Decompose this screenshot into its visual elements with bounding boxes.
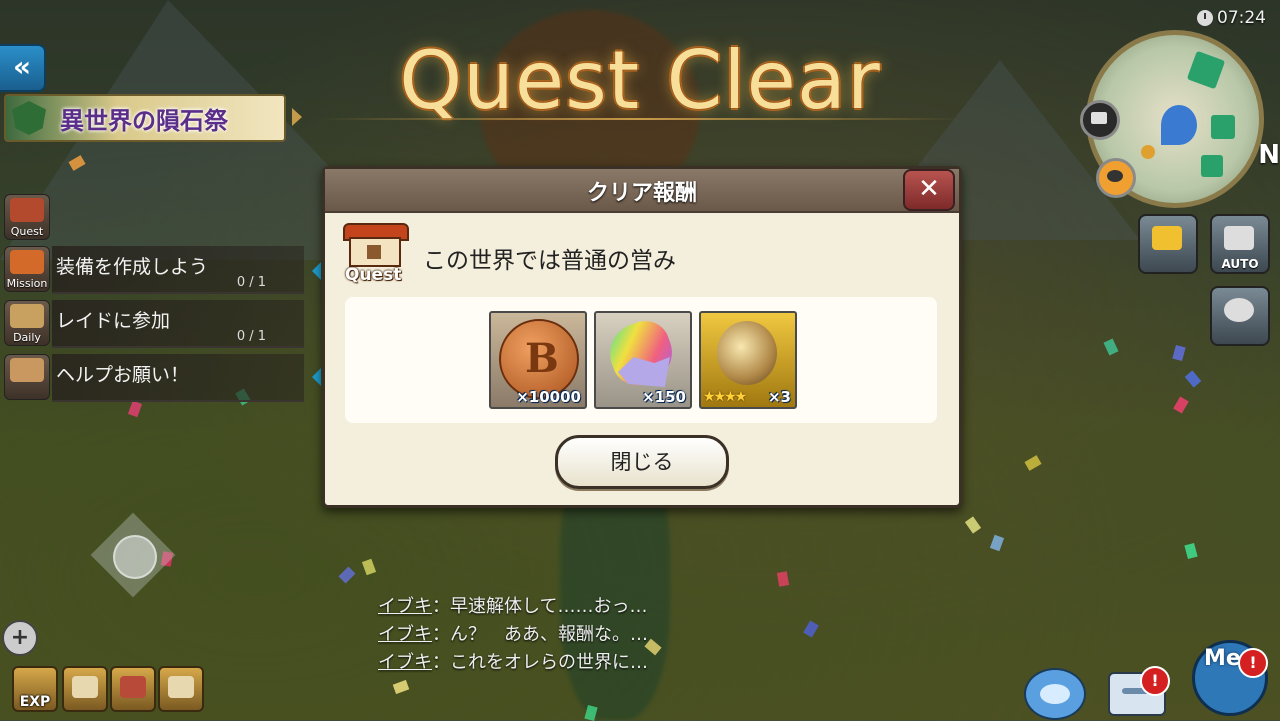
dialog-title: クリア報酬 xyxy=(586,181,697,206)
clock: 07:24 xyxy=(1197,8,1266,28)
auto-icon xyxy=(1224,226,1254,250)
compass-north: N xyxy=(1258,140,1280,170)
daily-row[interactable]: レイドに参加 0 / 1 xyxy=(52,300,304,348)
gauntlet-icon xyxy=(168,676,194,698)
reward-count: ×150 xyxy=(642,388,686,406)
smile-icon xyxy=(1040,684,1070,704)
title-divider xyxy=(320,118,960,120)
party-button[interactable] xyxy=(1210,286,1270,346)
daily-tab[interactable]: Daily xyxy=(4,300,50,346)
reward-count: ×3 xyxy=(767,388,791,406)
exp-boost-button[interactable]: EXP xyxy=(12,666,58,712)
chat-text: ：これをオレらの世界に… xyxy=(432,652,648,673)
help-tab[interactable] xyxy=(4,354,50,400)
daily-title: レイドに参加 xyxy=(56,310,171,332)
chat-text: ：早速解体して……おっ… xyxy=(432,596,648,617)
gauntlet-boost-button[interactable] xyxy=(158,666,204,712)
close-icon-button[interactable]: ✕ xyxy=(903,169,955,211)
mission-tab-label: Mission xyxy=(6,277,48,290)
close-button[interactable]: 閉じる xyxy=(555,435,729,489)
gold-material-icon xyxy=(717,321,777,385)
quest-icon: Quest xyxy=(343,223,409,287)
reward-list: B ×10000 ×150 ★★★★ ×3 xyxy=(345,297,937,423)
shield-icon xyxy=(72,676,98,698)
virtual-joystick[interactable] xyxy=(88,510,178,600)
reward-item-material[interactable]: ★★★★ ×3 xyxy=(699,311,797,409)
stamp-button[interactable] xyxy=(1024,668,1086,720)
handshake-icon xyxy=(10,358,44,382)
camera-button[interactable] xyxy=(1138,214,1198,274)
help-row[interactable]: ヘルプお願い！ xyxy=(52,354,304,402)
boots-boost-button[interactable] xyxy=(110,666,156,712)
me-label: Me xyxy=(1204,646,1241,671)
exp-label: EXP xyxy=(19,694,51,710)
mission-tab[interactable]: Mission xyxy=(4,246,50,292)
quest-tab[interactable]: Quest xyxy=(4,194,50,240)
quest-name: この世界では普通の営み xyxy=(423,248,676,274)
chat-speaker[interactable]: イブキ xyxy=(378,652,432,673)
character-button[interactable] xyxy=(1096,158,1136,198)
chat-line: イブキ：ん？ ああ、報酬な。… xyxy=(378,620,648,646)
chat-line: イブキ：これをオレらの世界に… xyxy=(378,648,648,674)
help-title: ヘルプお願い！ xyxy=(56,364,190,386)
dialog-header: クリア報酬 ✕ xyxy=(325,169,959,213)
mission-count: 0 / 1 xyxy=(236,275,266,290)
scroll-icon xyxy=(10,304,44,328)
quest-icon-label: Quest xyxy=(345,265,402,285)
chat-speaker[interactable]: イブキ xyxy=(378,596,432,617)
auto-label: AUTO xyxy=(1221,257,1259,271)
character-icon xyxy=(1107,170,1123,182)
reward-count: ×10000 xyxy=(516,388,581,406)
mission-row[interactable]: 装備を作成しよう 0 / 1 xyxy=(52,246,304,294)
hammer-icon xyxy=(10,250,44,274)
chevron-left-icon xyxy=(312,368,321,386)
auto-button[interactable]: AUTO xyxy=(1210,214,1270,274)
joystick-knob[interactable] xyxy=(113,535,157,579)
me-badge: ! xyxy=(1238,648,1268,678)
quest-tab-label: Quest xyxy=(10,225,44,238)
chevron-left-icon xyxy=(312,262,321,280)
chat-text: ：ん？ ああ、報酬な。… xyxy=(432,624,648,645)
camera-icon xyxy=(1152,226,1182,250)
clock-icon xyxy=(1197,10,1213,26)
mission-title: 装備を作成しよう xyxy=(56,256,209,278)
daily-tab-label: Daily xyxy=(13,331,41,344)
expand-button[interactable]: + xyxy=(2,620,38,656)
shop-icon xyxy=(10,198,44,222)
reward-item-crystal[interactable]: ×150 xyxy=(594,311,692,409)
clock-time: 07:24 xyxy=(1217,8,1266,28)
shield-boost-button[interactable] xyxy=(62,666,108,712)
me-button[interactable]: Me xyxy=(1176,634,1280,720)
chat-line: イブキ：早速解体して……おっ… xyxy=(378,592,647,618)
party-icon xyxy=(1224,298,1254,322)
chat-badge: ! xyxy=(1140,666,1170,696)
chat-speaker[interactable]: イブキ xyxy=(378,624,432,645)
daily-count: 0 / 1 xyxy=(236,329,266,344)
rarity-stars: ★★★★ xyxy=(703,389,747,405)
reward-item-coin[interactable]: B ×10000 xyxy=(489,311,587,409)
map-toggle-button[interactable] xyxy=(1080,100,1120,140)
reward-dialog: クリア報酬 ✕ Quest この世界では普通の営み B ×10000 ×150 … xyxy=(322,166,962,508)
boots-icon xyxy=(120,676,146,698)
bronze-coin-icon: B xyxy=(499,319,579,399)
map-icon xyxy=(1091,112,1107,124)
